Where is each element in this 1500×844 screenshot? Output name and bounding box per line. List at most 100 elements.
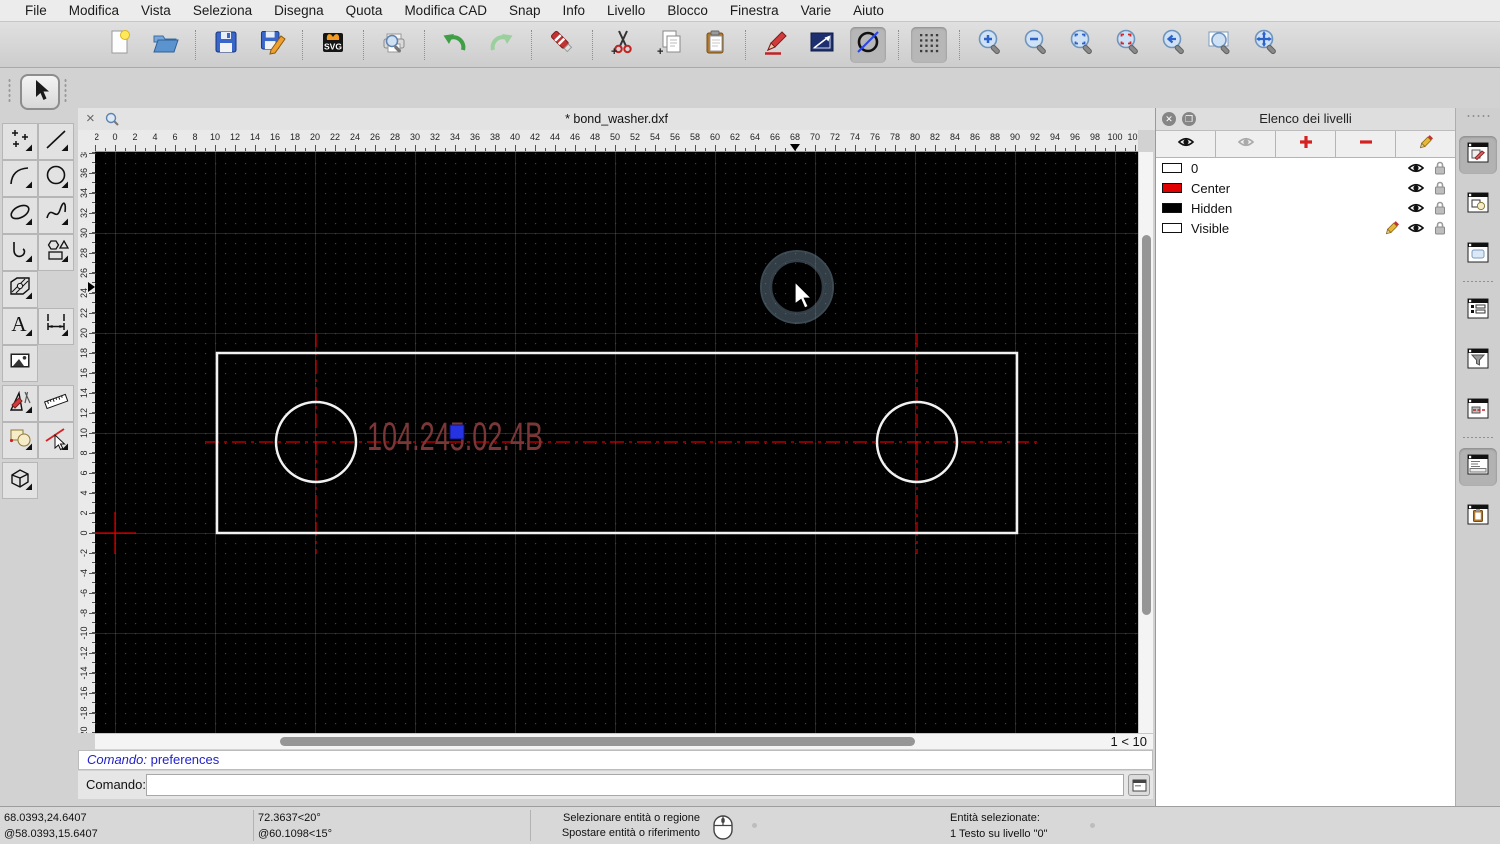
copy-button[interactable]: + [651,27,687,63]
save-as-button[interactable] [254,27,290,63]
menu-finestra[interactable]: Finestra [719,0,790,22]
menu-file[interactable]: File [14,0,58,22]
layer-remove-button[interactable] [1336,131,1396,157]
horizontal-scrollbar-thumb[interactable] [280,737,915,746]
layer-row-center[interactable]: Center [1156,178,1455,198]
menu-quota[interactable]: Quota [335,0,394,22]
tool-image-button[interactable] [2,345,38,382]
tool-snap-button[interactable] [38,422,74,459]
new-document-button[interactable] [101,27,137,63]
toolbar-grip[interactable] [8,78,11,104]
grid-toggle-button[interactable] [911,26,947,63]
tool-line-button[interactable] [38,123,74,160]
zoom-auto-button[interactable] [1064,27,1100,63]
menu-snap[interactable]: Snap [498,0,552,22]
zoom-pan-button[interactable] [1248,27,1284,63]
menu-blocco[interactable]: Blocco [656,0,719,22]
layer-lock-icon[interactable] [1431,179,1449,197]
paste-button[interactable] [697,27,733,63]
layers-hide-all-button[interactable] [1216,131,1276,157]
layer-row-0[interactable]: 0 [1156,158,1455,178]
tool-circle-button[interactable] [38,160,74,197]
cut-button[interactable]: + [605,27,641,63]
menu-livello[interactable]: Livello [596,0,656,22]
dock-entity-list-button[interactable] [1459,292,1497,330]
tool-arc-button[interactable] [2,160,38,197]
layer-lock-icon[interactable] [1431,159,1449,177]
toolbar-separator [898,29,899,60]
layer-name: Visible [1191,220,1230,236]
layer-edit-button[interactable] [1396,131,1455,157]
command-window-toggle-button[interactable] [1128,774,1150,796]
open-file-button[interactable] [147,27,183,63]
vertical-scrollbar-thumb[interactable] [1142,235,1151,615]
layer-color-swatch [1162,183,1182,193]
layer-row-visible[interactable]: Visible [1156,218,1455,238]
tool-measure-icon [43,388,69,419]
redo-button[interactable] [483,27,519,63]
layer-row-hidden[interactable]: Hidden [1156,198,1455,218]
drawing-canvas[interactable]: 104.245.02.4B [94,152,1138,733]
dock-grip[interactable] [1466,114,1492,118]
layer-lock-icon[interactable] [1431,219,1449,237]
close-panel-icon[interactable]: ✕ [1162,112,1176,126]
menu-modifica[interactable]: Modifica [58,0,130,22]
zoom-in-button[interactable] [972,27,1008,63]
dock-clipboard-button[interactable] [1459,498,1497,536]
tool-dimension-button[interactable] [38,308,74,345]
draft-mode-button[interactable] [850,26,886,63]
menu-modifica-cad[interactable]: Modifica CAD [393,0,498,22]
tool-hatch-button[interactable] [2,271,38,308]
vertical-scrollbar[interactable] [1138,152,1153,733]
print-preview-icon [379,27,409,62]
undo-button[interactable] [437,27,473,63]
toolbar-separator [531,29,532,60]
layer-add-button[interactable] [1276,131,1336,157]
delete-button[interactable] [544,27,580,63]
tool-spline-button[interactable] [38,197,74,234]
layer-visibility-eye-icon[interactable] [1407,199,1425,217]
layer-visibility-eye-icon[interactable] [1407,179,1425,197]
menu-disegna[interactable]: Disegna [263,0,335,22]
print-preview-button[interactable] [376,27,412,63]
tool-modify-button[interactable] [2,385,38,422]
selection-pointer-button[interactable] [20,74,60,110]
line-attributes-button[interactable] [804,27,840,63]
zoom-previous-button[interactable] [1156,27,1192,63]
zoom-out-button[interactable] [1018,27,1054,63]
tool-shape-button[interactable] [38,234,74,271]
dock-layer-list-button[interactable] [1459,136,1497,174]
tool-ellipse-button[interactable] [2,197,38,234]
layer-visibility-eye-icon[interactable] [1407,219,1425,237]
polar-relative: @60.1098<15° [258,828,332,840]
menu-info[interactable]: Info [552,0,597,22]
tool-block-button[interactable] [2,422,38,459]
edit-attributes-button[interactable] [758,27,794,63]
dock-block-list-button[interactable] [1459,186,1497,224]
layer-lock-icon[interactable] [1431,199,1449,217]
dock-measurement-button[interactable] [1459,392,1497,430]
horizontal-scrollbar[interactable]: 1 < 10 [95,733,1153,749]
float-panel-icon[interactable]: ❐ [1182,112,1196,126]
tool-3d-solid-button[interactable] [2,462,38,499]
menu-aiuto[interactable]: Aiuto [842,0,895,22]
layers-show-all-button[interactable] [1156,131,1216,157]
dock-library-browser-button[interactable] [1459,236,1497,274]
zoom-selection-button[interactable] [1110,27,1146,63]
menu-vista[interactable]: Vista [130,0,182,22]
export-svg-button[interactable]: SVG [315,27,351,63]
layer-visibility-eye-icon[interactable] [1407,159,1425,177]
toolbar-grip[interactable] [64,78,67,104]
menu-varie[interactable]: Varie [790,0,843,22]
dock-command-line-button[interactable] [1459,448,1497,486]
command-input[interactable] [146,774,1124,796]
tool-polyline-button[interactable] [2,234,38,271]
dock-measurement-icon [1466,397,1490,426]
tool-measure-button[interactable] [38,385,74,422]
menu-seleziona[interactable]: Seleziona [182,0,263,22]
dock-selection-filter-button[interactable] [1459,342,1497,380]
tool-text-button[interactable]: A [2,308,38,345]
save-button[interactable] [208,27,244,63]
tool-points-button[interactable] [2,123,38,160]
zoom-window-button[interactable] [1202,27,1238,63]
